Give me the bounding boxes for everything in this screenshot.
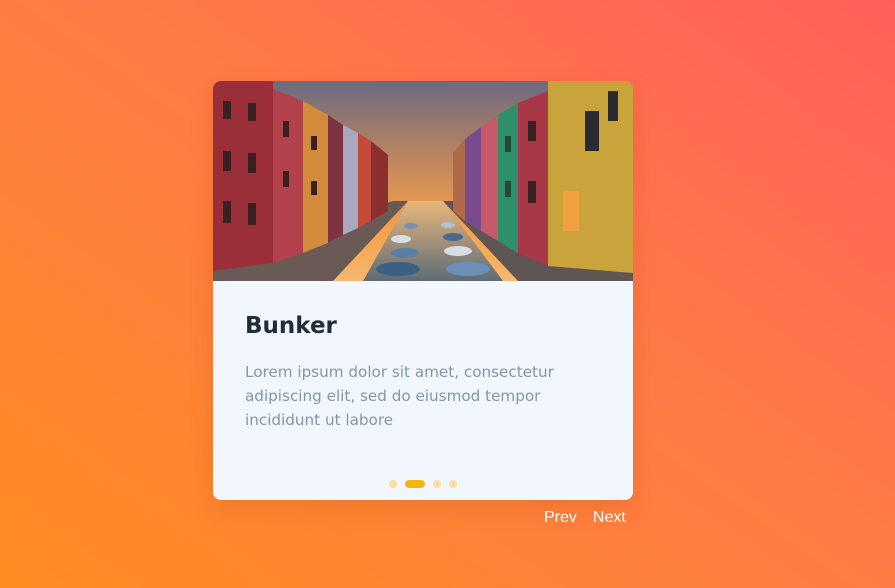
pagination-dot-4[interactable] <box>449 480 457 488</box>
pagination-dot-3[interactable] <box>433 480 441 488</box>
next-button[interactable]: Next <box>593 509 626 527</box>
slider-card: Bunker Lorem ipsum dolor sit amet, conse… <box>213 81 633 500</box>
pagination-dot-1[interactable] <box>389 480 397 488</box>
card-description: Lorem ipsum dolor sit amet, consectetur … <box>245 363 554 429</box>
card-title: Bunker <box>245 313 337 339</box>
pagination-dot-2-active[interactable] <box>405 480 425 488</box>
card-image-canal-city <box>213 81 633 281</box>
prev-button[interactable]: Prev <box>544 509 577 527</box>
pagination-dots <box>213 480 633 488</box>
slider-navigation: Prev Next <box>544 509 626 527</box>
